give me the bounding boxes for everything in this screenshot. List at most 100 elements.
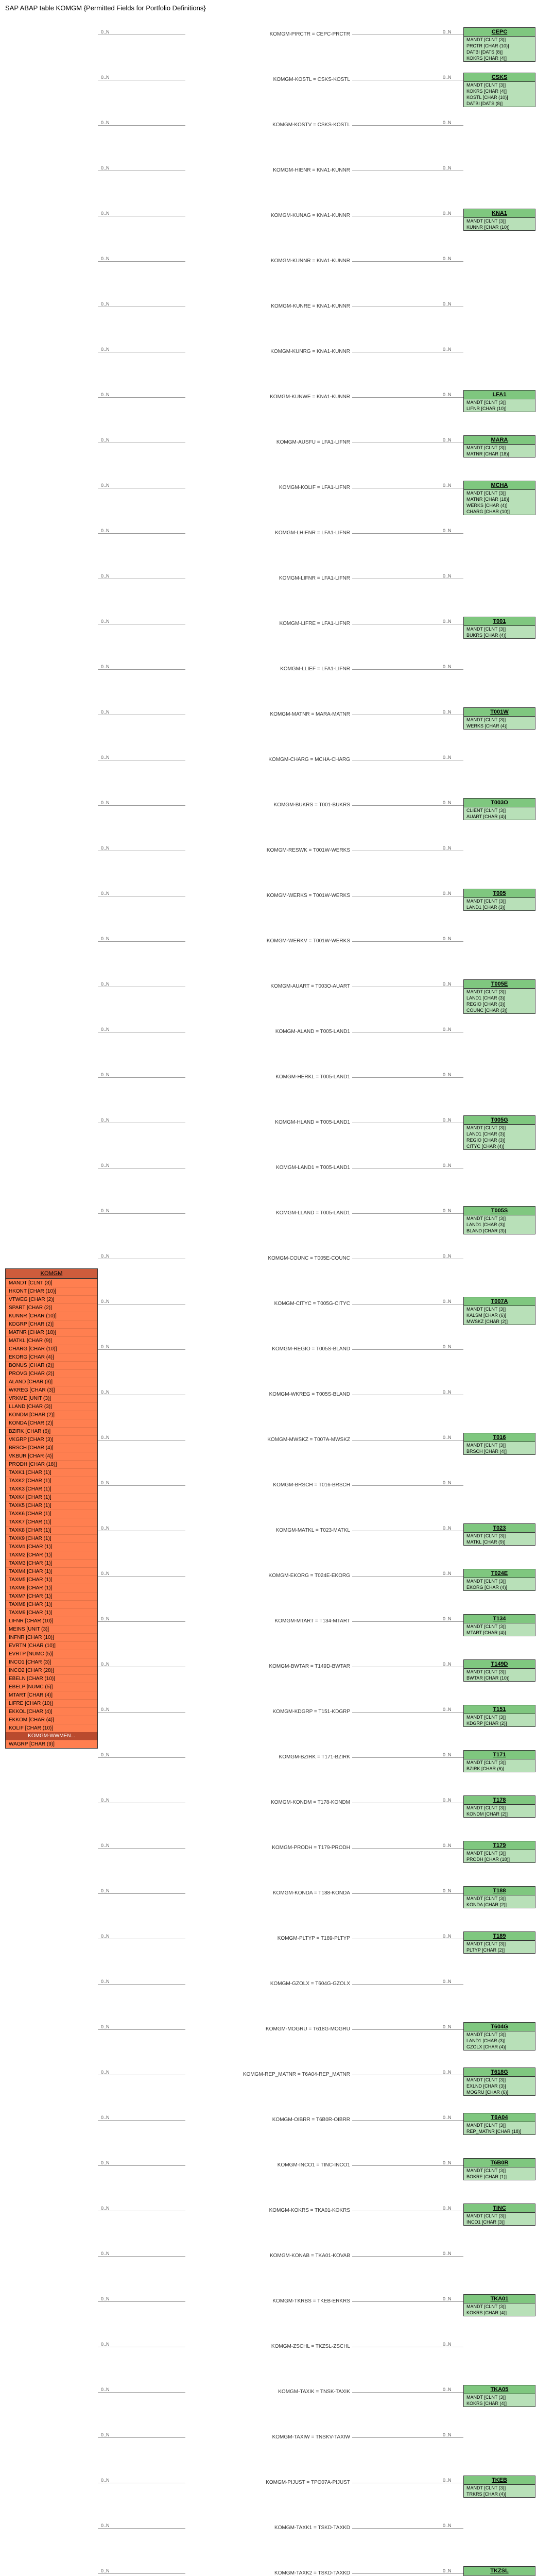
field-row: TAXK2 [CHAR (1)]	[6, 1477, 97, 1485]
relation-label: KOMGM-REP_MATNR = T6A04-REP_MATNR	[185, 2072, 350, 2077]
field-row: TAXK4 [CHAR (1)]	[6, 1493, 97, 1501]
target-header[interactable]: T618G	[464, 2068, 535, 2077]
target-header[interactable]: T024E	[464, 1569, 535, 1578]
connector	[352, 2256, 463, 2257]
target-header[interactable]: T023	[464, 1524, 535, 1533]
relation-label: KOMGM-BUKRS = T001-BUKRS	[185, 802, 350, 808]
target-header[interactable]: T005G	[464, 1116, 535, 1125]
connector	[352, 1893, 463, 1894]
target-header[interactable]: T005E	[464, 980, 535, 989]
target-table: T149DMANDT [CLNT (3)]BWTAR [CHAR (10)]	[463, 1659, 535, 1682]
target-header[interactable]: T604G	[464, 2023, 535, 2031]
target-header[interactable]: MARA	[464, 436, 535, 445]
target-table: T016MANDT [CLNT (3)]BRSCH [CHAR (4)]	[463, 1433, 535, 1455]
target-header[interactable]: T179	[464, 1841, 535, 1850]
target-header[interactable]: T134	[464, 1615, 535, 1623]
target-table: KNA1MANDT [CLNT (3)]KUNNR [CHAR (10)]	[463, 209, 535, 231]
target-field: BRSCH [CHAR (4)]	[464, 1448, 535, 1454]
cardinality-left: 0..N	[101, 301, 110, 307]
target-header[interactable]: T003O	[464, 799, 535, 807]
target-header[interactable]: TKZSL	[464, 2567, 535, 2575]
field-row: KONDM [CHAR (2)]	[6, 1411, 97, 1419]
target-table: TKZSLMANDT [CLNT (3)]ZSCHL [CHAR (6)]	[463, 2566, 535, 2576]
cardinality-right: 0..N	[443, 1253, 452, 1259]
relation-label: KOMGM-AUSFU = LFA1-LIFNR	[185, 439, 350, 445]
relation-label: KOMGM-PIJUST = TPO07A-PIJUST	[185, 2480, 350, 2485]
field-row: TAXK9 [CHAR (1)]	[6, 1534, 97, 1543]
target-field: MANDT [CLNT (3)]	[464, 2031, 535, 2038]
target-header[interactable]: T007A	[464, 1297, 535, 1306]
field-row: EBELP [NUMC (5)]	[6, 1683, 97, 1691]
relation-label: KOMGM-GZOLX = T604G-GZOLX	[185, 1981, 350, 1987]
connector	[98, 533, 185, 534]
connector	[352, 1485, 463, 1486]
field-row: EKORG [CHAR (4)]	[6, 1353, 97, 1361]
target-table: T024EMANDT [CLNT (3)]EKORG [CHAR (4)]	[463, 1569, 535, 1591]
cardinality-right: 0..N	[443, 2206, 452, 2211]
target-header[interactable]: CEPC	[464, 28, 535, 37]
connector	[98, 2392, 185, 2393]
target-header[interactable]: T005	[464, 889, 535, 898]
main-entity-header[interactable]: KOMGM	[6, 1269, 97, 1279]
relation-label: KOMGM-INCO1 = TINC-INCO1	[185, 2162, 350, 2168]
cardinality-left: 0..N	[101, 709, 110, 715]
cardinality-right: 0..N	[443, 981, 452, 987]
target-field: MANDT [CLNT (3)]	[464, 2213, 535, 2219]
cardinality-right: 0..N	[443, 1888, 452, 1893]
field-row: MANDT [CLNT (3)]	[6, 1279, 97, 1287]
target-header[interactable]: T178	[464, 1796, 535, 1805]
target-field: KOKRS [CHAR (4)]	[464, 55, 535, 61]
target-header[interactable]: T151	[464, 1705, 535, 1714]
target-header[interactable]: T149D	[464, 1660, 535, 1669]
cardinality-right: 0..N	[443, 2251, 452, 2256]
cardinality-left: 0..N	[101, 1888, 110, 1893]
target-header[interactable]: T189	[464, 1932, 535, 1941]
target-header[interactable]: CSKS	[464, 73, 535, 82]
target-header[interactable]: T188	[464, 1887, 535, 1895]
relation-label: KOMGM-KONDA = T188-KONDA	[185, 1890, 350, 1896]
cardinality-right: 0..N	[443, 483, 452, 488]
cardinality-left: 0..N	[101, 1163, 110, 1168]
connector	[352, 2573, 463, 2574]
target-header[interactable]: T171	[464, 1751, 535, 1759]
cardinality-right: 0..N	[443, 437, 452, 443]
cardinality-left: 0..N	[101, 1072, 110, 1077]
relation-label: KOMGM-PIRCTR = CEPC-PRCTR	[185, 31, 350, 37]
connector	[98, 397, 185, 398]
field-row: KOLIF [CHAR (10)]	[6, 1724, 97, 1732]
target-field: MANDT [CLNT (3)]	[464, 445, 535, 451]
target-table: T6A04MANDT [CLNT (3)]REP_MATNR [CHAR (18…	[463, 2113, 535, 2135]
target-header[interactable]: TKA05	[464, 2385, 535, 2394]
cardinality-right: 0..N	[443, 755, 452, 760]
target-header[interactable]: T001	[464, 617, 535, 626]
target-table: T003OCLIENT [CLNT (3)]AUART [CHAR (4)]	[463, 798, 535, 820]
field-row: INFNR [CHAR (10)]	[6, 1633, 97, 1641]
target-header[interactable]: TKA01	[464, 2295, 535, 2303]
target-header[interactable]: T005S	[464, 1207, 535, 1215]
connector	[352, 2120, 463, 2121]
target-header[interactable]: T6A04	[464, 2113, 535, 2122]
target-header[interactable]: T001W	[464, 708, 535, 717]
connector	[98, 1349, 185, 1350]
field-row: LLAND [CHAR (3)]	[6, 1402, 97, 1411]
target-field: TRKRS [CHAR (4)]	[464, 2491, 535, 2497]
target-field: GZOLX [CHAR (4)]	[464, 2044, 535, 2050]
cardinality-right: 0..N	[443, 619, 452, 624]
connector	[98, 2029, 185, 2030]
target-header[interactable]: LFA1	[464, 391, 535, 399]
target-field: MANDT [CLNT (3)]	[464, 1578, 535, 1584]
target-field: MANDT [CLNT (3)]	[464, 2122, 535, 2128]
target-header[interactable]: KNA1	[464, 209, 535, 218]
target-header[interactable]: T016	[464, 1433, 535, 1442]
field-row: BONUS [CHAR (2)]	[6, 1361, 97, 1369]
connector	[98, 1077, 185, 1078]
field-row: VRKME [UNIT (3)]	[6, 1394, 97, 1402]
cardinality-left: 0..N	[101, 1979, 110, 1984]
cardinality-right: 0..N	[443, 2568, 452, 2573]
target-header[interactable]: TKEB	[464, 2476, 535, 2485]
target-header[interactable]: MCHA	[464, 481, 535, 490]
target-header[interactable]: T6B0R	[464, 2159, 535, 2167]
target-field: EKORG [CHAR (4)]	[464, 1584, 535, 1590]
target-header[interactable]: TINC	[464, 2204, 535, 2213]
field-row: TAXM2 [CHAR (1)]	[6, 1551, 97, 1559]
